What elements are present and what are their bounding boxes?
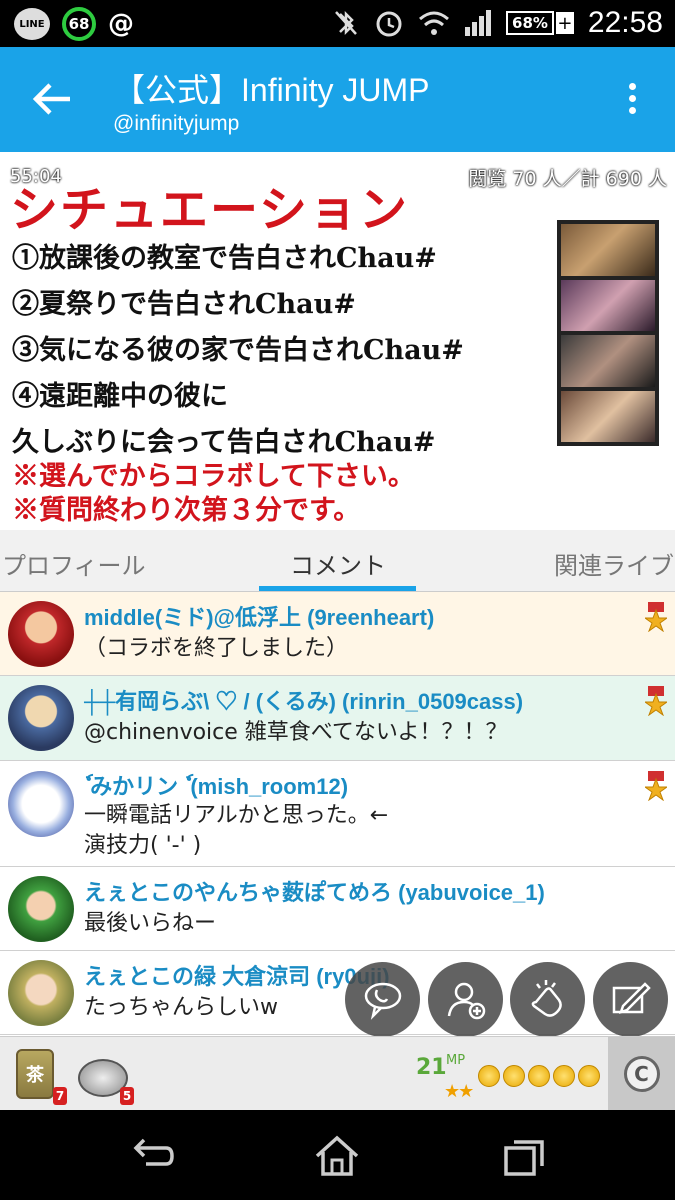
note-line: ※質問終わり次第３分です。 (12, 495, 361, 526)
photo-thumbnail (561, 335, 655, 387)
tab-bar: プロフィール コメント 関連ライブ (0, 530, 675, 592)
battery-icon: 68% (506, 11, 554, 35)
tab-related-live[interactable]: 関連ライブ (554, 546, 674, 581)
add-user-icon (447, 982, 485, 1019)
avatar[interactable] (8, 876, 74, 942)
write-comment-button[interactable] (593, 962, 668, 1037)
commenter-name[interactable]: middle(ミド)@低浮上 (9reenheart) (84, 600, 434, 632)
channel-handle: @infinityjump (113, 112, 240, 135)
home-nav-icon[interactable] (312, 1134, 362, 1178)
applause-button[interactable] (510, 962, 585, 1037)
medal-icon (645, 686, 667, 716)
medal-icon (645, 602, 667, 632)
comment-text: 最後いらねー (84, 911, 217, 936)
c-point-icon: C (623, 1056, 660, 1092)
star-rating: ★★ (444, 1081, 474, 1102)
app-bar: 【公式】Infinity JUMP @infinityjump (0, 47, 675, 152)
comment-text: 一瞬電話リアルかと思った。← (84, 803, 389, 828)
back-arrow-icon[interactable] (30, 77, 74, 121)
broadcast-view: シチュエーション 55:04 閲覧 70 人／計 690 人 ①放課後の教室で告… (0, 152, 675, 530)
option-line: ④遠距離中の彼に (12, 381, 228, 412)
clock: 22:58 (587, 6, 663, 39)
mp-label: MP (446, 1053, 466, 1068)
c-point-button[interactable]: C (608, 1037, 675, 1111)
list-item[interactable]: ٗ みかリン ٗ (mish_room12) 一瞬電話リアルかと思った。← 演技… (0, 761, 675, 867)
comment-text: （コラボを終了しました） (84, 636, 349, 661)
viewer-count: 閲覧 70 人／計 690 人 (468, 168, 667, 190)
coin-icon (578, 1065, 600, 1087)
charging-icon: + (555, 12, 574, 34)
medal-icon (645, 771, 667, 801)
avatar[interactable] (8, 960, 74, 1026)
tab-comments[interactable]: コメント (290, 546, 386, 581)
tab-profile[interactable]: プロフィール (2, 546, 146, 581)
comment-text: たっちゃんらしいw (84, 995, 278, 1020)
commenter-name[interactable]: ┼┼有岡らぶ\ ♡ / (くるみ) (rinrin_0509cass) (84, 684, 523, 716)
commenter-name[interactable]: ٗ みかリン ٗ (mish_room12) (84, 769, 348, 801)
coin-icon (528, 1065, 550, 1087)
at-mention-icon: @ (108, 9, 134, 39)
channel-title: 【公式】Infinity JUMP (113, 72, 430, 108)
option-line: ①放課後の教室で告白されChau# (12, 243, 437, 274)
avatar[interactable] (8, 601, 74, 667)
compose-icon (612, 981, 651, 1014)
option-line: 久しぶりに会って告白されChau# (12, 427, 436, 458)
list-item[interactable]: middle(ミド)@低浮上 (9reenheart) （コラボを終了しました） (0, 592, 675, 676)
phone-call-icon (364, 982, 401, 1020)
notification-count-icon: 68 (62, 7, 96, 41)
option-line: ②夏祭りで告白されChau# (12, 289, 356, 320)
commenter-name[interactable]: えぇとこのやんちゃ薮ぽてめろ (yabuvoice_1) (84, 875, 545, 907)
photo-thumbnail (561, 224, 655, 276)
avatar[interactable] (8, 771, 74, 837)
comment-list[interactable]: middle(ミド)@低浮上 (9reenheart) （コラボを終了しました）… (0, 592, 675, 1036)
coin-icon (478, 1065, 500, 1087)
back-nav-icon[interactable] (126, 1134, 176, 1178)
system-nav-bar (0, 1110, 675, 1200)
broadcast-options: ①放課後の教室で告白されChau# ②夏祭りで告白されChau# ③気になる彼の… (12, 236, 464, 526)
option-line: ③気になる彼の家で告白されChau# (12, 335, 464, 366)
comment-text: 演技力( '-' ) (84, 833, 202, 858)
active-tab-indicator (259, 586, 416, 591)
tea-item-icon[interactable]: 茶 (16, 1049, 54, 1099)
recent-apps-nav-icon[interactable] (500, 1134, 550, 1178)
coin-meter (478, 1065, 600, 1087)
mp-value: 21 (416, 1055, 447, 1080)
follow-button[interactable] (428, 962, 503, 1037)
comment-text: @chinenvoice 雑草食べてないよ！？！？ (84, 720, 508, 745)
tea-count-badge: 7 (53, 1087, 67, 1105)
list-item[interactable]: えぇとこのやんちゃ薮ぽてめろ (yabuvoice_1) 最後いらねー (0, 867, 675, 951)
line-app-icon: LINE (14, 8, 50, 40)
note-line: ※選んでからコラボして下さい。 (12, 461, 415, 492)
photo-collage (557, 220, 659, 446)
collab-call-button[interactable] (345, 962, 420, 1037)
clap-icon (531, 979, 562, 1017)
list-item[interactable]: ┼┼有岡らぶ\ ♡ / (くるみ) (rinrin_0509cass) @chi… (0, 676, 675, 761)
coin-icon (553, 1065, 575, 1087)
bottom-toolbar: 茶 7 5 21 MP ★★ C (0, 1036, 675, 1111)
more-options-icon[interactable] (629, 83, 637, 119)
elapsed-time: 55:04 (10, 166, 62, 187)
broadcast-heading: シチュエーション (10, 182, 410, 238)
photo-thumbnail (561, 390, 655, 442)
photo-thumbnail (561, 279, 655, 331)
coin-item-count-badge: 5 (120, 1087, 134, 1105)
avatar[interactable] (8, 685, 74, 751)
status-bar: LINE 68 @ 68% + 22:58 (0, 0, 675, 47)
coin-icon (503, 1065, 525, 1087)
signal-icon (465, 10, 492, 36)
wifi-icon (419, 11, 449, 35)
bluetooth-off-icon (335, 10, 357, 36)
alarm-icon (376, 11, 402, 37)
commenter-name[interactable]: えぇとこの緑 大倉涼司 (ry0uji) (84, 959, 390, 991)
